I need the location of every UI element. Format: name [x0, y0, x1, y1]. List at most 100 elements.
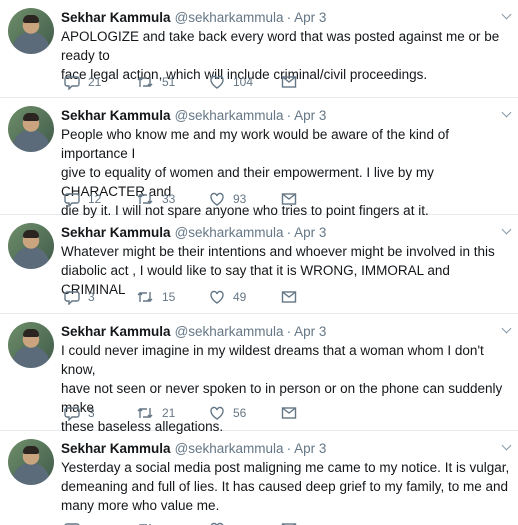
tweet[interactable]: Sekhar Kammula @sekharkammula · Apr 3 Peopl…	[0, 98, 518, 218]
direct-message-button[interactable]	[281, 72, 297, 92]
reply-button[interactable]: 12	[64, 189, 101, 209]
direct-message-icon	[281, 193, 297, 205]
direct-message-button[interactable]	[281, 287, 297, 307]
tweet-header: Sekhar Kammula @sekharkammula · Apr 3	[61, 107, 326, 124]
reply-count: 3	[88, 406, 95, 420]
tweet-header: Sekhar Kammula @sekharkammula · Apr 3	[61, 323, 326, 340]
tweet-text-line: I could never imagine in my wildest drea…	[61, 343, 484, 377]
author-handle[interactable]: @sekharkammula	[175, 108, 284, 123]
tweet-text-line: Whatever might be their intentions and w…	[61, 244, 495, 259]
separator-dot: ·	[286, 10, 292, 25]
tweet[interactable]: Sekhar Kammula @sekharkammula · Apr 3 I cou…	[0, 314, 518, 434]
tweet-date[interactable]: Apr 3	[294, 324, 326, 339]
like-button[interactable]: 93	[209, 189, 246, 209]
retweet-icon	[139, 524, 151, 525]
tweet[interactable]: Sekhar Kammula @sekharkammula · Apr 3 APOLO…	[0, 0, 518, 98]
retweet-count: 21	[162, 406, 176, 420]
tweet-date[interactable]: Apr 3	[294, 108, 326, 123]
like-icon	[210, 522, 224, 525]
avatar[interactable]	[8, 223, 54, 269]
tweet-text-line: many more who value me.	[61, 498, 220, 513]
retweet-icon	[137, 194, 153, 204]
avatar[interactable]	[8, 322, 54, 368]
avatar[interactable]	[8, 106, 54, 152]
reply-icon	[64, 523, 80, 525]
tweet[interactable]: Sekhar Kammula @sekharkammula · Apr 3 Whate…	[0, 215, 518, 314]
like-count: 104	[233, 75, 254, 89]
retweet-count: 15	[162, 290, 176, 304]
reply-count: 12	[88, 192, 102, 206]
like-count: 49	[233, 290, 247, 304]
tweet-feed: Sekhar Kammula @sekharkammula · Apr 3 APOLO…	[0, 0, 518, 525]
retweet-button[interactable]: 21	[136, 403, 175, 423]
direct-message-button[interactable]	[281, 403, 297, 423]
separator-dot: ·	[286, 441, 292, 456]
direct-message-icon	[281, 407, 297, 419]
tweet-header: Sekhar Kammula @sekharkammula · Apr 3	[61, 9, 326, 26]
separator-dot: ·	[286, 324, 292, 339]
retweet-icon	[137, 77, 153, 87]
reply-icon	[64, 291, 80, 305]
reply-button[interactable]	[64, 519, 88, 525]
author-handle[interactable]: @sekharkammula	[175, 225, 284, 240]
author-name[interactable]: Sekhar Kammula	[61, 108, 171, 123]
tweet-header: Sekhar Kammula @sekharkammula · Apr 3	[61, 440, 326, 457]
like-button[interactable]	[209, 519, 233, 525]
chevron-down-icon[interactable]	[501, 107, 512, 118]
reply-icon	[64, 193, 80, 207]
author-handle[interactable]: @sekharkammula	[175, 324, 284, 339]
reply-button[interactable]: 21	[64, 72, 101, 92]
like-icon	[210, 406, 224, 420]
direct-message-icon	[281, 291, 297, 303]
author-name[interactable]: Sekhar Kammula	[61, 10, 171, 25]
retweet-button[interactable]: 33	[136, 189, 175, 209]
tweet-text-line: APOLOGIZE and take back every word that …	[61, 29, 500, 63]
tweet[interactable]: Sekhar Kammula @sekharkammula · Apr 3 Yeste…	[0, 431, 518, 525]
tweet-text-line: Yesterday a social media post maligning …	[61, 460, 510, 475]
separator-dot: ·	[286, 108, 292, 123]
like-button[interactable]: 104	[209, 72, 253, 92]
like-count: 56	[233, 406, 247, 420]
chevron-down-icon[interactable]	[501, 224, 512, 235]
author-name[interactable]: Sekhar Kammula	[61, 441, 171, 456]
author-name[interactable]: Sekhar Kammula	[61, 225, 171, 240]
retweet-icon	[137, 292, 153, 302]
chevron-down-icon[interactable]	[501, 440, 512, 451]
tweet-date[interactable]: Apr 3	[294, 225, 326, 240]
author-name[interactable]: Sekhar Kammula	[61, 324, 171, 339]
retweet-count: 33	[162, 192, 176, 206]
like-icon	[210, 75, 224, 89]
reply-button[interactable]: 3	[64, 403, 95, 423]
avatar[interactable]	[8, 439, 54, 485]
separator-dot: ·	[286, 225, 292, 240]
like-button[interactable]: 49	[209, 287, 246, 307]
reply-icon	[64, 407, 80, 421]
reply-count: 21	[88, 75, 102, 89]
retweet-count: 51	[162, 75, 176, 89]
tweet-date[interactable]: Apr 3	[294, 441, 326, 456]
retweet-button[interactable]: 15	[136, 287, 175, 307]
tweet-header: Sekhar Kammula @sekharkammula · Apr 3	[61, 224, 326, 241]
tweet-text: Yesterday a social media post maligning …	[61, 458, 513, 515]
like-icon	[210, 192, 224, 206]
retweet-icon	[137, 408, 153, 418]
retweet-button[interactable]	[136, 519, 162, 525]
avatar[interactable]	[8, 8, 54, 54]
chevron-down-icon[interactable]	[501, 9, 512, 20]
direct-message-button[interactable]	[281, 519, 297, 525]
retweet-button[interactable]: 51	[136, 72, 175, 92]
reply-button[interactable]: 3	[64, 287, 95, 307]
author-handle[interactable]: @sekharkammula	[175, 10, 284, 25]
like-button[interactable]: 56	[209, 403, 246, 423]
like-icon	[210, 290, 224, 304]
author-handle[interactable]: @sekharkammula	[175, 441, 284, 456]
direct-message-icon	[281, 76, 297, 88]
direct-message-button[interactable]	[281, 189, 297, 209]
reply-icon	[64, 76, 80, 90]
tweet-date[interactable]: Apr 3	[294, 10, 326, 25]
tweet-text-line: demeaning and full of lies. It has cause…	[61, 479, 508, 494]
chevron-down-icon[interactable]	[501, 323, 512, 334]
like-count: 93	[233, 192, 247, 206]
tweet-text-line: People who know me and my work would be …	[61, 127, 449, 161]
direct-message-icon	[281, 523, 297, 525]
